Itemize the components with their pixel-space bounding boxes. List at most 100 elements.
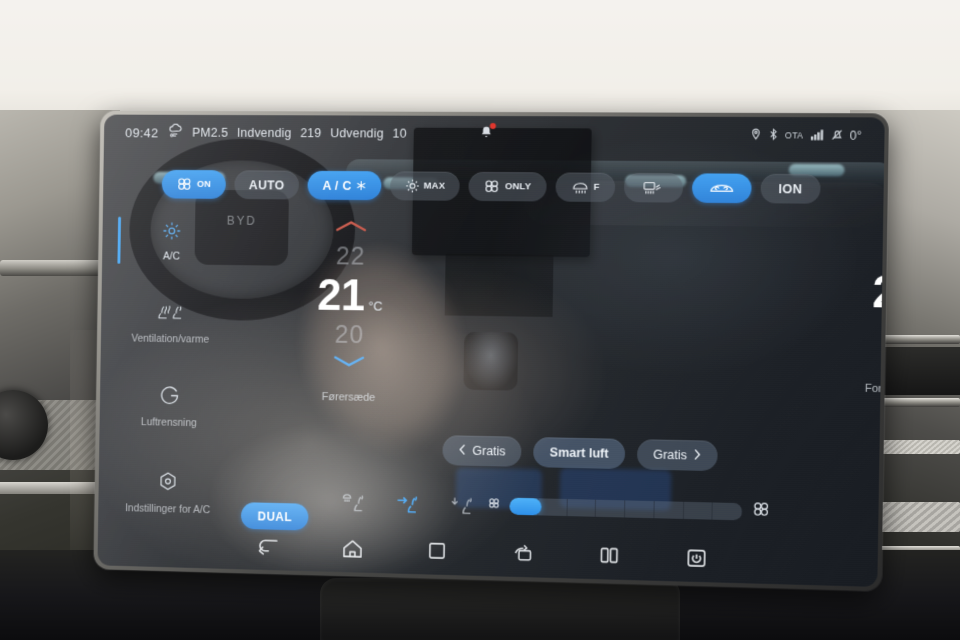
status-clock: 09:42: [125, 124, 159, 140]
fan-segment: [654, 500, 684, 519]
smart-air-controls: Gratis Smart luft Gratis: [442, 435, 718, 472]
ac-label: A / C: [322, 178, 352, 193]
chevron-right-icon: [693, 448, 701, 463]
passenger-temperature-control: 22 21 °C 20 Forsædepassager: [849, 215, 885, 398]
notification-indicator[interactable]: [479, 123, 496, 143]
snowflake-gear-icon: [162, 221, 182, 244]
fan-speed-track[interactable]: [509, 497, 743, 520]
sidebar-item-ac-settings[interactable]: Indstillinger for A/C: [113, 456, 222, 531]
settings-hex-icon: [158, 472, 178, 496]
seat-heat-icon: [156, 304, 185, 326]
sidebar-item-label: Ventilation/varme: [131, 332, 210, 346]
ion-button[interactable]: ION: [760, 173, 821, 204]
driver-temperature-control: 22 21 °C 20 Førersæde: [295, 218, 404, 405]
screen-off-icon[interactable]: [682, 543, 711, 572]
infotainment-display[interactable]: BYD 09:42 PM2.5 Indvendig 219 Udvendig 1…: [93, 110, 890, 592]
fan-segment: [625, 499, 655, 518]
front-defrost-button[interactable]: F: [555, 172, 616, 203]
climate-toolbar: ON AUTO A / C MAX ONLY F ION: [103, 169, 884, 204]
console-tray: [320, 578, 680, 640]
rear-defrost-button[interactable]: [623, 172, 684, 203]
signal-bars-icon: [810, 128, 824, 143]
fan-only-button[interactable]: ONLY: [468, 171, 547, 202]
auto-label: AUTO: [248, 177, 285, 192]
recents-square-icon[interactable]: [423, 536, 451, 565]
recirculation-button[interactable]: [691, 173, 752, 204]
sidebar-item-label: Luftrensning: [140, 415, 197, 429]
fan-speed-fill: [509, 497, 542, 515]
back-icon[interactable]: [254, 532, 282, 560]
snowflake-icon: [355, 180, 366, 191]
smart-air-button[interactable]: Smart luft: [533, 437, 625, 470]
outside-temperature: 0°: [849, 128, 862, 143]
notification-badge-dot: [489, 123, 496, 130]
fan-icon: [176, 177, 193, 192]
ota-icon: OTA: [784, 130, 804, 141]
sidebar-item-ac[interactable]: A/C: [117, 205, 226, 279]
home-icon[interactable]: [338, 534, 366, 563]
dual-zone-button[interactable]: DUAL: [240, 502, 309, 531]
auto-button[interactable]: AUTO: [234, 170, 300, 200]
dual-label: DUAL: [257, 508, 293, 524]
next-mode-button[interactable]: Gratis: [636, 439, 718, 472]
bell-icon[interactable]: [479, 123, 496, 143]
chevron-left-icon: [458, 443, 466, 458]
sidebar-item-ventilation-heat[interactable]: Ventilation/varme: [116, 287, 225, 361]
pm25-label: PM2.5: [192, 125, 229, 140]
chevron-up-icon[interactable]: [298, 218, 405, 239]
fan-only-label: ONLY: [504, 181, 532, 193]
outdoor-value: 10: [392, 126, 407, 141]
indoor-label: Indvendig: [236, 125, 292, 141]
passenger-temp-above[interactable]: 22: [851, 238, 885, 269]
driver-temp-below[interactable]: 20: [296, 320, 403, 350]
sidebar-item-air-purification[interactable]: Luftrensning: [115, 370, 224, 445]
driver-temp-above[interactable]: 22: [297, 242, 404, 272]
location-pin-icon: [750, 128, 762, 143]
driver-temp-unit: °C: [368, 298, 383, 314]
windshield-face-icon[interactable]: [341, 491, 366, 518]
sidebar-item-label: A/C: [162, 250, 180, 263]
previous-mode-label: Gratis: [472, 443, 506, 459]
status-icons: OTA 0°: [750, 128, 862, 144]
fan-segment: [567, 498, 597, 517]
passenger-temp-below[interactable]: 20: [850, 318, 885, 349]
fan-large-icon: [751, 500, 771, 523]
max-defrost-button[interactable]: MAX: [389, 171, 461, 201]
indoor-value: 219: [300, 126, 322, 141]
feet-vent-icon[interactable]: [449, 493, 474, 521]
sidebar-item-label: Indstillinger for A/C: [125, 501, 211, 516]
defrost-max-icon: [405, 178, 420, 193]
ion-label: ION: [778, 181, 803, 196]
smart-air-label: Smart luft: [549, 445, 609, 461]
front-defrost-icon: [570, 180, 589, 195]
airflow-mode-selector: [341, 491, 475, 521]
bluetooth-icon: [768, 128, 777, 143]
face-vent-icon[interactable]: [395, 492, 420, 519]
fan-segment: [538, 497, 568, 516]
chevron-down-icon[interactable]: [296, 353, 402, 375]
air-purify-icon: [159, 386, 180, 410]
display-surface[interactable]: BYD 09:42 PM2.5 Indvendig 219 Udvendig 1…: [97, 114, 885, 587]
fan-icon: [484, 179, 501, 194]
fan-small-icon: [487, 496, 500, 514]
fan-on-label: ON: [196, 178, 212, 190]
previous-mode-button[interactable]: Gratis: [442, 435, 522, 467]
fan-segment: [683, 501, 713, 520]
front-defrost-label: F: [593, 181, 600, 193]
fan-on-button[interactable]: ON: [161, 169, 226, 199]
bell-mute-icon: [831, 128, 843, 143]
chevron-down-icon[interactable]: [850, 352, 885, 372]
outdoor-label: Udvendig: [330, 126, 384, 141]
driver-temp-value[interactable]: 21: [317, 271, 365, 320]
fan-segment: [595, 499, 626, 518]
climate-sidebar: A/C Ventilation/varme Luftrensning Indst…: [113, 205, 226, 537]
split-screen-icon[interactable]: [595, 541, 624, 570]
chevron-up-icon[interactable]: [852, 215, 885, 234]
status-bar: 09:42 PM2.5 Indvendig 219 Udvendig 10 OT…: [104, 115, 885, 155]
ac-button[interactable]: A / C: [307, 170, 382, 201]
max-label: MAX: [423, 180, 446, 192]
fan-speed-slider[interactable]: [487, 494, 771, 523]
rotate-screen-icon[interactable]: [509, 539, 537, 568]
fan-segment: [712, 501, 743, 520]
rear-defrost-icon: [642, 180, 665, 195]
